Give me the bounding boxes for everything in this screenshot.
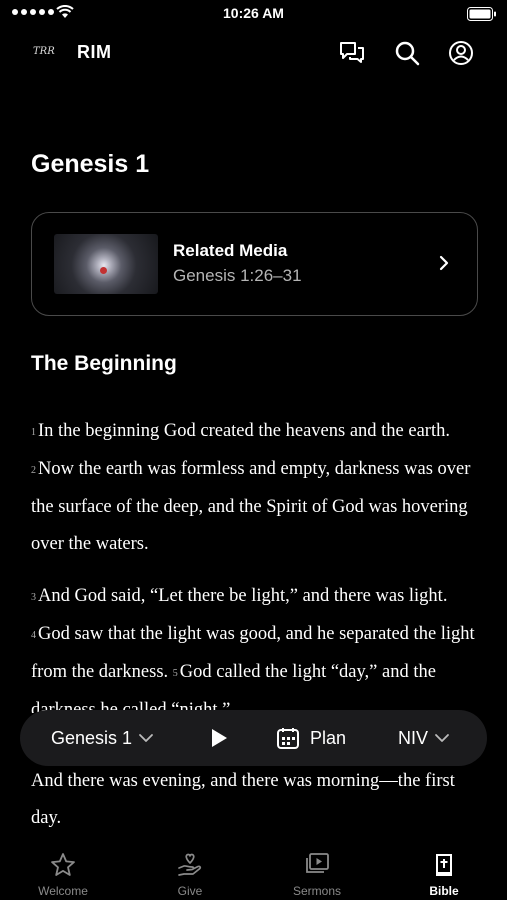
related-media-heading: Related Media: [173, 241, 288, 260]
verse-number: 5: [172, 668, 178, 679]
search-button[interactable]: [392, 38, 422, 68]
calendar-icon: [277, 728, 299, 749]
media-thumbnail: [54, 234, 158, 294]
tab-welcome[interactable]: Welcome: [0, 840, 126, 900]
scripture-text-continued: And there was evening, and there was mor…: [31, 763, 481, 852]
version-label: NIV: [398, 727, 429, 748]
battery-icon: [467, 7, 496, 21]
status-bar: 10:26 AM: [0, 0, 507, 28]
chat-icon: [340, 42, 364, 63]
logo-icon: TRR: [33, 46, 55, 57]
profile-button[interactable]: [446, 38, 476, 68]
verse-number: 4: [31, 630, 36, 641]
chevron-right-icon: [439, 255, 449, 271]
tab-give[interactable]: Give: [127, 840, 253, 900]
play-audio-button[interactable]: [209, 710, 229, 766]
verse-text: Now the earth was formless and empty, da…: [31, 459, 471, 554]
verse-number: 1: [31, 427, 36, 438]
give-hand-icon: [178, 853, 202, 876]
related-media-card[interactable]: Related Media Genesis 1:26–31: [31, 212, 478, 316]
plan-label: Plan: [310, 727, 347, 748]
chevron-down-icon: [435, 734, 449, 742]
chevron-down-icon: [139, 734, 153, 742]
status-time: 10:26 AM: [223, 5, 284, 21]
search-icon: [395, 41, 420, 66]
play-icon: [212, 729, 227, 747]
paragraph: And there was evening, and there was mor…: [31, 763, 481, 837]
app-header: TRR RIM: [0, 30, 507, 76]
bottom-tab-bar: Welcome Give Sermons Bible: [0, 840, 507, 900]
verse-text: In the beginning God created the heavens…: [38, 421, 450, 441]
tab-label: Bible: [429, 884, 459, 898]
app-title: RIM: [77, 42, 112, 62]
verse-text: And God said, “Let there be light,” and …: [38, 586, 448, 606]
tab-label: Give: [177, 884, 203, 898]
star-icon: [51, 853, 75, 876]
version-selector[interactable]: NIV: [398, 710, 450, 766]
reading-plan-button[interactable]: Plan: [276, 710, 346, 766]
section-heading: The Beginning: [31, 352, 177, 375]
paragraph: 3 And God said, “Let there be light,” and…: [31, 578, 481, 713]
tab-label: Sermons: [292, 884, 342, 898]
tab-label: Welcome: [38, 884, 88, 898]
tab-bible[interactable]: Bible: [381, 840, 507, 900]
tab-sermons[interactable]: Sermons: [254, 840, 380, 900]
chapter-label: Genesis 1: [51, 727, 133, 748]
sermons-video-icon: [306, 853, 329, 873]
verse-number: 2: [31, 465, 36, 476]
verse-text: And there was evening, and there was mor…: [31, 771, 455, 828]
page-title: Genesis 1: [31, 150, 150, 178]
verse-number: 3: [31, 592, 36, 603]
related-media-reference: Genesis 1:26–31: [173, 266, 302, 285]
bible-icon: [436, 854, 452, 876]
paragraph: 1 In the beginning God created the heaven…: [31, 413, 481, 563]
chat-button[interactable]: [337, 38, 367, 68]
chapter-selector[interactable]: Genesis 1: [51, 710, 154, 766]
reader-toolbar: Genesis 1 Plan NIV: [20, 710, 487, 766]
scripture-text: 1 In the beginning God created the heaven…: [31, 413, 481, 713]
user-profile-icon: [449, 41, 473, 65]
